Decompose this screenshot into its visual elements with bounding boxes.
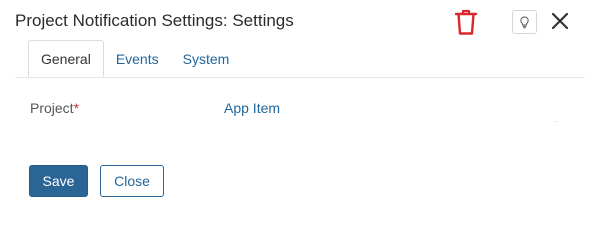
help-button[interactable]: [512, 10, 537, 34]
close-dialog-button[interactable]: [548, 9, 572, 33]
save-button[interactable]: Save: [29, 165, 88, 197]
lightbulb-icon: [520, 15, 529, 28]
tab-general[interactable]: General: [28, 40, 104, 77]
dialog-title: Project Notification Settings: Settings: [15, 11, 294, 30]
delete-button[interactable]: [454, 8, 478, 36]
close-icon: [551, 12, 569, 30]
required-marker: *: [73, 100, 80, 116]
project-label-text: Project: [30, 100, 74, 116]
tabs-divider: [15, 77, 585, 78]
field-divider-mark: [555, 121, 558, 122]
tab-bar: General Events System: [28, 40, 242, 77]
close-button[interactable]: Close: [100, 165, 164, 197]
tab-events[interactable]: Events: [104, 41, 171, 77]
project-value-link[interactable]: App Item: [224, 100, 280, 116]
project-field-label: Project*: [30, 100, 79, 116]
trash-icon: [454, 9, 478, 35]
settings-dialog: Project Notification Settings: Settings …: [0, 0, 600, 222]
tab-system[interactable]: System: [171, 41, 242, 77]
